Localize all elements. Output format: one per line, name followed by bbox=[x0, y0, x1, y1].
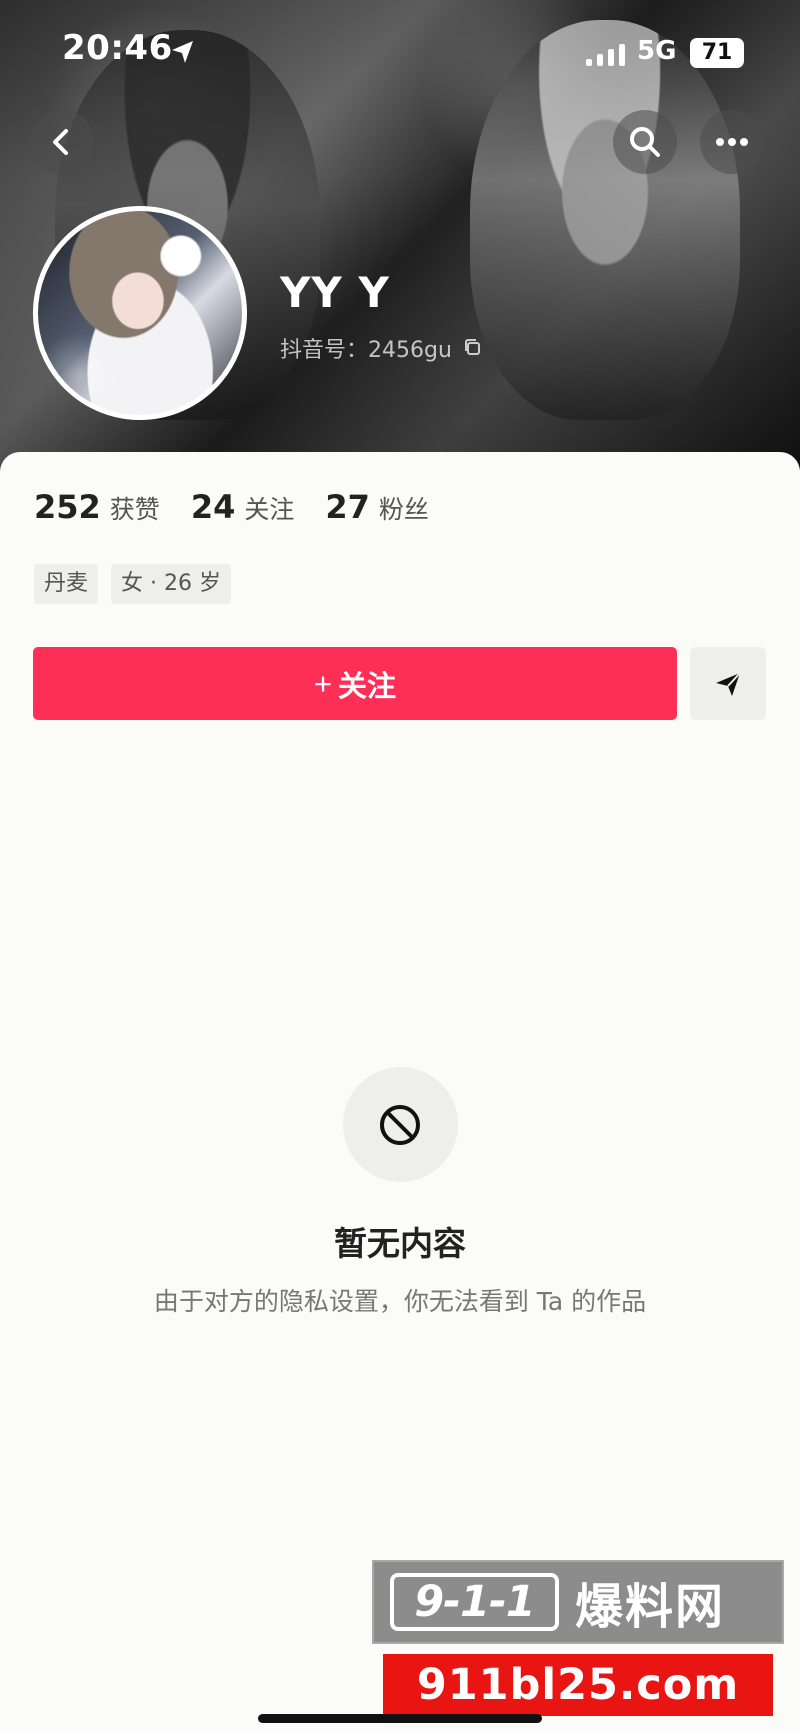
more-options-button[interactable] bbox=[700, 110, 764, 174]
gender-age-tag: 女 · 26 岁 bbox=[111, 564, 231, 604]
send-message-button[interactable] bbox=[690, 647, 766, 720]
network-label: 5G bbox=[637, 36, 677, 66]
follow-label: 关注 bbox=[338, 670, 397, 703]
douyin-id: 抖音号：2456gu bbox=[280, 338, 452, 363]
following-stat[interactable]: 24 关注 bbox=[191, 488, 295, 526]
follow-button[interactable]: + 关注 bbox=[33, 647, 677, 720]
back-button[interactable] bbox=[30, 110, 94, 174]
send-icon bbox=[716, 671, 741, 696]
watermark-code: 9-1-1 bbox=[390, 1573, 559, 1631]
blocked-icon-background bbox=[342, 1067, 458, 1182]
blocked-icon bbox=[380, 1104, 420, 1145]
search-button[interactable] bbox=[613, 110, 677, 174]
search-icon bbox=[630, 127, 660, 157]
watermark-url: 911bl25.com bbox=[383, 1654, 773, 1716]
status-time: 20:46 bbox=[62, 28, 173, 68]
empty-title: 暂无内容 bbox=[334, 1224, 466, 1263]
profile-screen: 20:46 5G 71 YY Y 抖音号：2456gu 252 获赞 24 关注… bbox=[0, 0, 800, 1732]
profile-name: YY Y bbox=[280, 268, 390, 317]
more-icon bbox=[716, 138, 748, 146]
location-icon bbox=[172, 41, 193, 63]
empty-content-state: 暂无内容 由于对方的隐私设置，你无法看到 Ta 的作品 bbox=[0, 1067, 800, 1318]
home-indicator bbox=[258, 1714, 542, 1723]
douyin-id-row: 抖音号：2456gu bbox=[280, 332, 484, 364]
watermark-logo: 9-1-1 爆料网 bbox=[372, 1560, 784, 1644]
status-bar: 20:46 5G 71 bbox=[0, 0, 800, 100]
likes-count: 252 bbox=[34, 488, 101, 526]
profile-header-background: 20:46 5G 71 YY Y 抖音号：2456gu bbox=[0, 0, 800, 470]
location-tag: 丹麦 bbox=[34, 564, 99, 604]
followers-stat[interactable]: 27 粉丝 bbox=[325, 488, 429, 526]
profile-tags: 丹麦 女 · 26 岁 bbox=[34, 564, 231, 604]
following-label: 关注 bbox=[244, 495, 295, 524]
copy-icon[interactable] bbox=[462, 337, 484, 359]
back-icon bbox=[53, 129, 68, 155]
likes-stat[interactable]: 252 获赞 bbox=[34, 488, 160, 526]
likes-label: 获赞 bbox=[109, 495, 160, 524]
empty-message: 由于对方的隐私设置，你无法看到 Ta 的作品 bbox=[153, 1287, 647, 1316]
signal-icon bbox=[586, 44, 625, 66]
following-count: 24 bbox=[190, 488, 236, 526]
profile-stats: 252 获赞 24 关注 27 粉丝 bbox=[34, 488, 429, 526]
followers-count: 27 bbox=[325, 488, 370, 526]
battery-level: 71 bbox=[690, 38, 744, 68]
followers-label: 粉丝 bbox=[378, 495, 429, 524]
watermark-name: 爆料网 bbox=[575, 1579, 726, 1635]
profile-content-card: 252 获赞 24 关注 27 粉丝 丹麦 女 · 26 岁 + 关注 暂无内容… bbox=[0, 452, 800, 1732]
profile-avatar[interactable] bbox=[33, 206, 247, 420]
plus-icon: + bbox=[313, 666, 333, 701]
